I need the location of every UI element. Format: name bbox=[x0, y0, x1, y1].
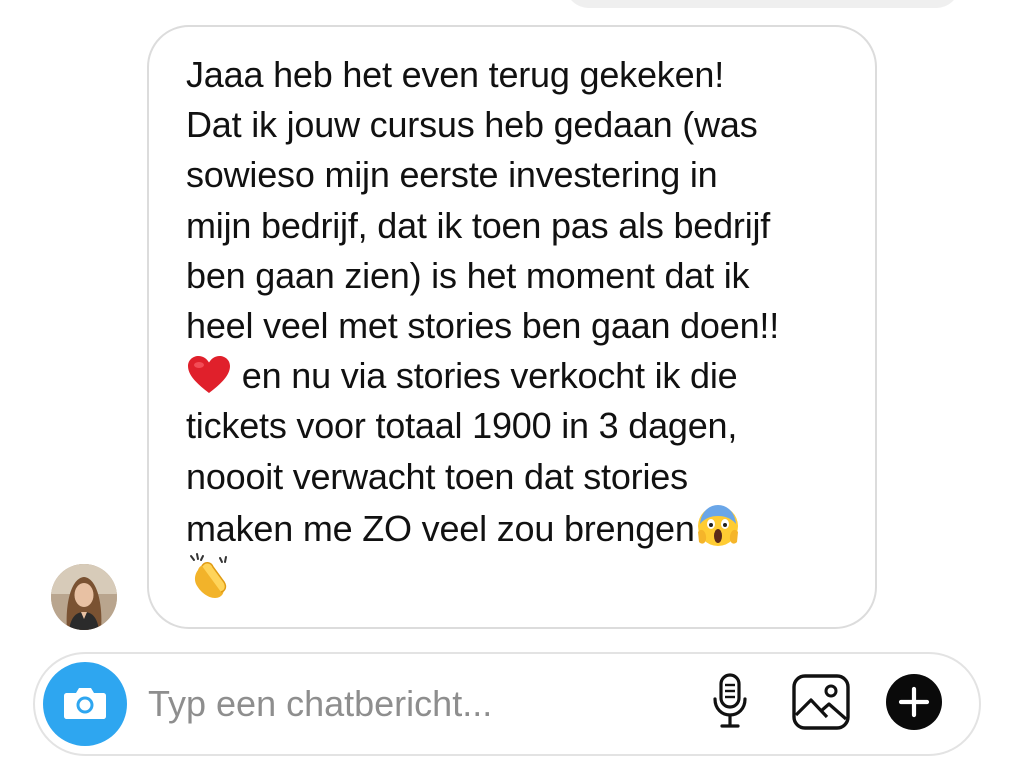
previous-message-bubble bbox=[565, 0, 960, 8]
message-line: mijn bedrijf, dat ik toen pas als bedrij… bbox=[186, 204, 771, 246]
message-line-text: maken me ZO veel zou brengen bbox=[186, 507, 695, 549]
message-line-emoji-only bbox=[186, 552, 866, 602]
face-screaming-in-fear-emoji bbox=[695, 502, 741, 561]
message-text: Jaaa heb het even terug gekeken! Dat ik … bbox=[186, 50, 866, 602]
clapping-hands-emoji bbox=[186, 552, 236, 613]
gallery-button[interactable] bbox=[790, 673, 852, 735]
message-line-with-emoji: maken me ZO veel zou brengen bbox=[186, 502, 866, 552]
microphone-button[interactable] bbox=[699, 672, 761, 736]
message-line: noooit verwacht toen dat stories bbox=[186, 455, 688, 497]
image-gallery-icon bbox=[791, 673, 851, 736]
plus-circle-icon bbox=[884, 672, 944, 737]
add-button[interactable] bbox=[883, 673, 945, 735]
avatar-image bbox=[51, 564, 117, 630]
message-line-with-heart: en nu via stories verkocht ik die bbox=[186, 351, 866, 401]
message-line-text: en nu via stories verkocht ik die bbox=[232, 355, 738, 397]
message-line: Dat ik jouw cursus heb gedaan (was bbox=[186, 104, 758, 146]
camera-button[interactable] bbox=[43, 662, 127, 746]
message-line: tickets voor totaal 1900 in 3 dagen, bbox=[186, 405, 738, 447]
message-line: heel veel met stories ben gaan doen!! bbox=[186, 304, 779, 346]
camera-icon bbox=[63, 684, 107, 725]
message-line: ben gaan zien) is het moment dat ik bbox=[186, 254, 750, 296]
message-line: Jaaa heb het even terug gekeken! bbox=[186, 54, 725, 95]
message-input[interactable] bbox=[148, 678, 668, 730]
message-line: sowieso mijn eerste investering in bbox=[186, 154, 718, 196]
microphone-icon bbox=[712, 672, 748, 736]
avatar[interactable] bbox=[51, 564, 117, 630]
